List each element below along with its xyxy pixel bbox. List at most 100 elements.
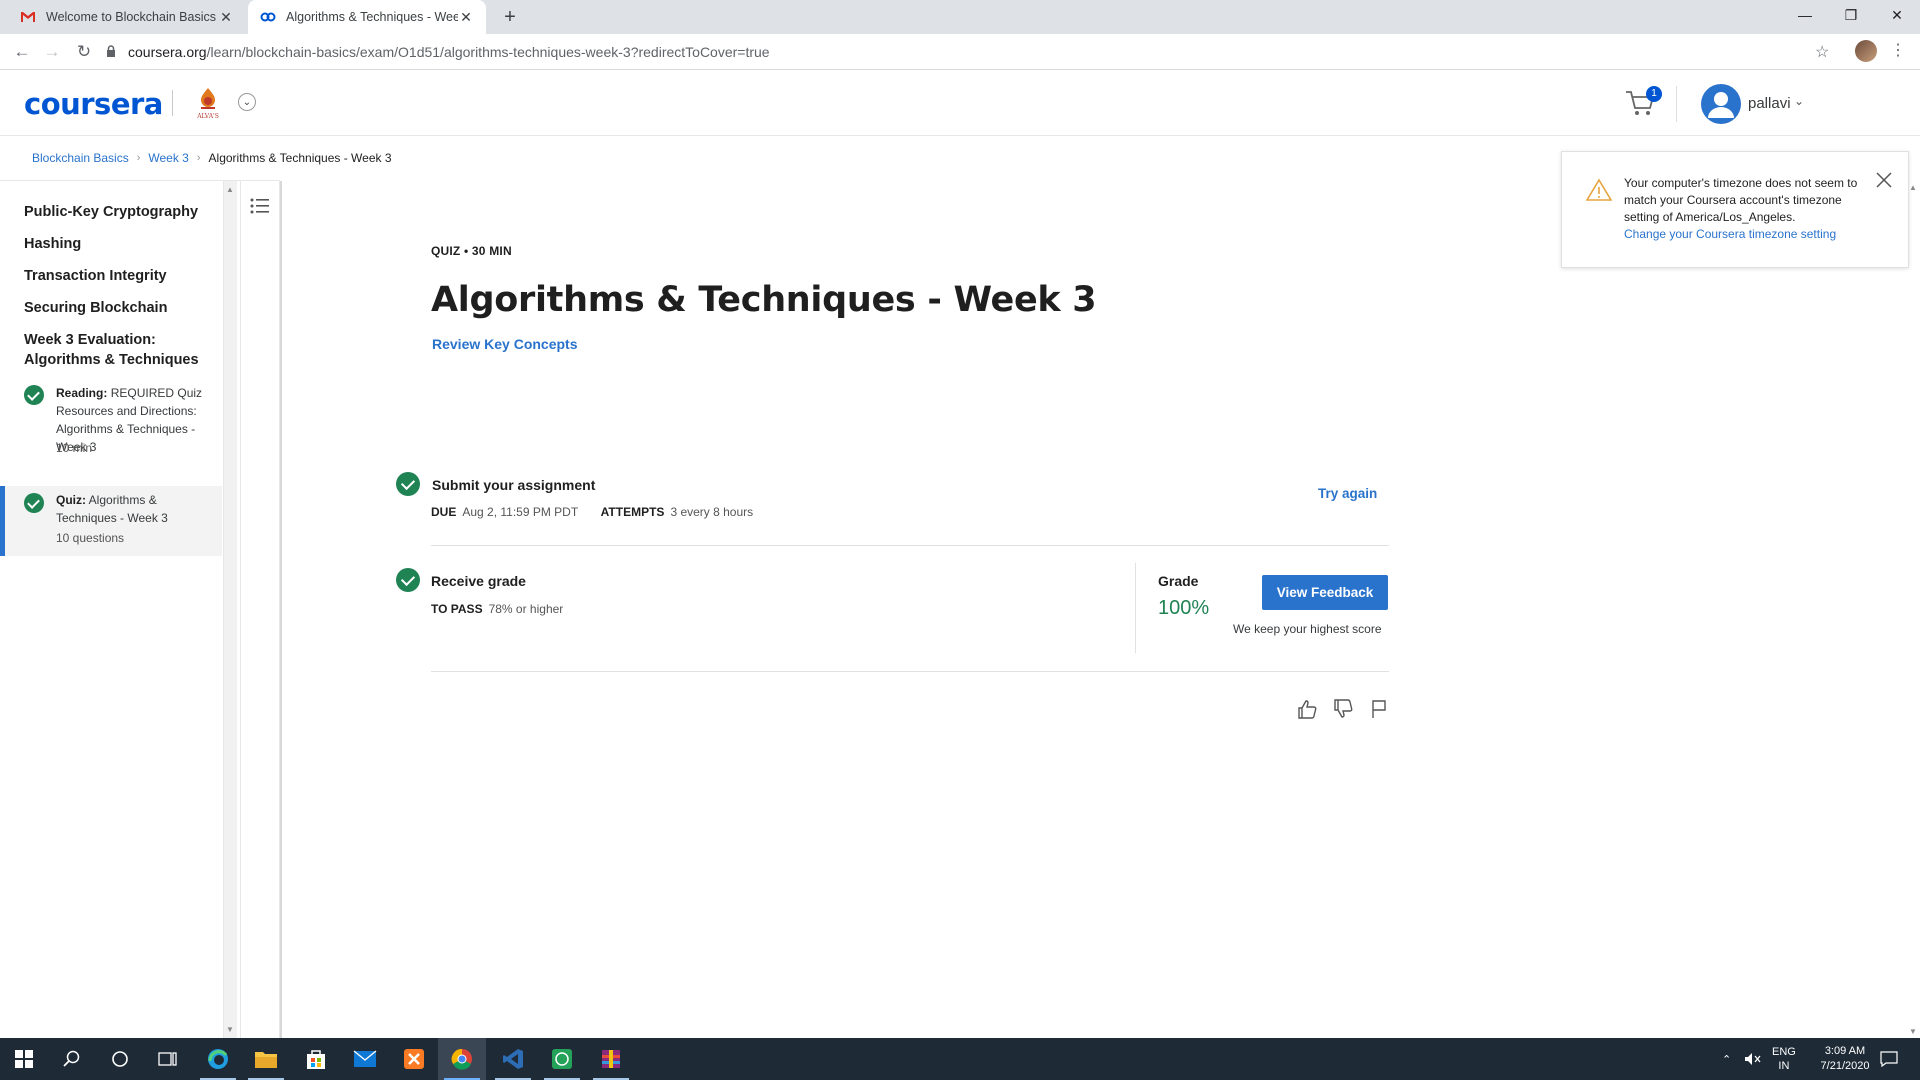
list-icon[interactable] bbox=[249, 196, 271, 216]
minimize-icon[interactable]: — bbox=[1782, 0, 1828, 30]
sidebar-item-hashing[interactable]: Hashing bbox=[24, 234, 81, 254]
window-close-icon[interactable]: ✕ bbox=[1874, 0, 1920, 30]
browser-menu-icon[interactable]: ⋮ bbox=[1890, 40, 1906, 60]
breadcrumb-course[interactable]: Blockchain Basics bbox=[32, 151, 129, 165]
completed-check-icon bbox=[396, 568, 420, 592]
course-sidebar: Public-Key Cryptography Hashing Transact… bbox=[0, 181, 222, 1038]
username[interactable]: pallavi bbox=[1748, 95, 1791, 112]
main-scrollbar[interactable]: ▲ ▼ bbox=[1906, 181, 1920, 1038]
section-divider bbox=[431, 545, 1389, 546]
attempts-label: ATTEMPTS bbox=[600, 505, 665, 519]
language-code: ENG bbox=[1772, 1046, 1796, 1058]
receive-step-title: Receive grade bbox=[431, 573, 526, 589]
chevron-right-icon: › bbox=[136, 152, 141, 164]
tab-title: Welcome to Blockchain Basics - B bbox=[46, 10, 218, 24]
browser-tab-gmail[interactable]: Welcome to Blockchain Basics - B ✕ bbox=[8, 0, 246, 34]
flag-icon[interactable] bbox=[1368, 698, 1390, 720]
completed-check-icon bbox=[396, 472, 420, 496]
scroll-up-icon[interactable]: ▲ bbox=[226, 185, 234, 194]
chevron-down-icon[interactable]: ⌄ bbox=[238, 93, 256, 111]
sidebar-toggle-rail bbox=[240, 181, 280, 1038]
visual-studio-icon[interactable] bbox=[489, 1038, 537, 1080]
chevron-right-icon: › bbox=[196, 152, 201, 164]
task-view-icon[interactable] bbox=[144, 1038, 192, 1080]
show-hidden-icons[interactable]: ⌃ bbox=[1722, 1038, 1731, 1080]
browser-tab-coursera[interactable]: Algorithms & Techniques - Week ✕ bbox=[248, 0, 486, 34]
sidebar-scrollbar[interactable]: ▲ ▼ bbox=[223, 181, 237, 1038]
scroll-up-icon[interactable]: ▲ bbox=[1909, 183, 1917, 192]
grade-label: Grade bbox=[1158, 573, 1199, 589]
browser-tab-strip: Welcome to Blockchain Basics - B ✕ Algor… bbox=[0, 0, 1920, 34]
close-tab-icon[interactable]: ✕ bbox=[218, 9, 234, 26]
try-again-button[interactable]: Try again bbox=[1318, 486, 1377, 501]
thumbs-down-icon[interactable] bbox=[1332, 698, 1354, 720]
sidebar-item-quiz[interactable]: Quiz: Algorithms & Techniques - Week 3 1… bbox=[0, 486, 222, 556]
close-icon[interactable] bbox=[1874, 170, 1894, 190]
speaker-muted-icon[interactable] bbox=[1744, 1038, 1762, 1080]
notifications-icon[interactable] bbox=[1880, 1038, 1898, 1080]
change-timezone-link[interactable]: Change your Coursera timezone setting bbox=[1624, 227, 1836, 241]
grade-value: 100% bbox=[1158, 597, 1210, 619]
edge-icon[interactable] bbox=[194, 1038, 242, 1080]
scroll-down-icon[interactable]: ▼ bbox=[1909, 1027, 1917, 1036]
bookmark-star-icon[interactable]: ☆ bbox=[1815, 42, 1829, 62]
back-icon[interactable]: ← bbox=[10, 40, 34, 64]
chevron-down-icon[interactable]: ⌄ bbox=[1794, 94, 1804, 108]
view-feedback-button[interactable]: View Feedback bbox=[1262, 575, 1388, 610]
browser-profile-avatar[interactable] bbox=[1855, 40, 1877, 62]
university-logo[interactable]: ALVA'S bbox=[193, 86, 223, 120]
reload-icon[interactable]: ↻ bbox=[72, 40, 96, 64]
clock-time: 3:09 AM bbox=[1824, 1045, 1866, 1057]
region-code: IN bbox=[1778, 1060, 1790, 1072]
xampp-icon[interactable] bbox=[390, 1038, 438, 1080]
grade-divider bbox=[1135, 563, 1136, 653]
windows-start-icon[interactable] bbox=[0, 1038, 48, 1080]
pass-value: 78% or higher bbox=[488, 602, 564, 616]
submit-step-meta: DUE Aug 2, 11:59 PM PDT ATTEMPTS 3 every 8… bbox=[431, 505, 753, 519]
thumbs-up-icon[interactable] bbox=[1296, 698, 1318, 720]
receive-step-meta: TO PASS 78% or higher bbox=[431, 602, 563, 616]
file-explorer-icon[interactable] bbox=[242, 1038, 290, 1080]
search-icon[interactable] bbox=[48, 1038, 96, 1080]
gmail-icon bbox=[20, 9, 36, 25]
warning-icon bbox=[1585, 178, 1613, 202]
sidebar-item-label: Quiz: Algorithms & Techniques - Week 3 bbox=[56, 491, 206, 527]
sidebar-item-securing-blockchain[interactable]: Securing Blockchain bbox=[24, 298, 167, 318]
item-type: Quiz: bbox=[56, 493, 86, 507]
chrome-icon[interactable] bbox=[438, 1038, 486, 1080]
review-key-concepts-link[interactable]: Review Key Concepts bbox=[432, 336, 578, 352]
windows-taskbar: ⌃ ENG IN 3:09 AM 7/21/2020 bbox=[0, 1038, 1920, 1080]
breadcrumb-current: Algorithms & Techniques - Week 3 bbox=[208, 151, 392, 165]
store-icon[interactable] bbox=[292, 1038, 340, 1080]
attempts-value: 3 every 8 hours bbox=[670, 505, 754, 519]
forward-icon[interactable]: → bbox=[40, 40, 64, 64]
address-bar[interactable]: coursera.org /learn/blockchain-basics/ex… bbox=[106, 38, 1834, 66]
due-value: Aug 2, 11:59 PM PDT bbox=[462, 505, 578, 519]
url-host: coursera.org bbox=[128, 44, 207, 60]
mail-icon[interactable] bbox=[341, 1038, 389, 1080]
scroll-down-icon[interactable]: ▼ bbox=[226, 1025, 234, 1034]
new-tab-button[interactable]: + bbox=[498, 5, 522, 29]
sidebar-item-public-key-cryptography[interactable]: Public-Key Cryptography bbox=[24, 202, 198, 222]
clock-date: 7/21/2020 bbox=[1820, 1060, 1870, 1072]
input-language[interactable]: ENG IN bbox=[1772, 1038, 1796, 1080]
sidebar-item-transaction-integrity[interactable]: Transaction Integrity bbox=[24, 266, 167, 286]
completed-check-icon bbox=[24, 385, 44, 405]
winrar-icon[interactable] bbox=[587, 1038, 635, 1080]
item-duration: 10 min bbox=[56, 441, 93, 455]
sidebar-item-week-3-evaluation[interactable]: Week 3 Evaluation: Algorithms & Techniqu… bbox=[24, 330, 214, 370]
item-type: Reading: bbox=[56, 386, 108, 400]
cortana-icon[interactable] bbox=[96, 1038, 144, 1080]
system-clock[interactable]: 3:09 AM 7/21/2020 bbox=[1810, 1038, 1880, 1080]
section-divider bbox=[431, 671, 1389, 672]
page-title: Algorithms & Techniques - Week 3 bbox=[431, 280, 1097, 320]
sidebar-item-reading[interactable]: Reading: REQUIRED Quiz Resources and Dir… bbox=[0, 381, 222, 471]
user-avatar-icon[interactable] bbox=[1701, 84, 1741, 124]
close-tab-icon[interactable]: ✕ bbox=[458, 9, 474, 26]
whatsapp-icon[interactable] bbox=[538, 1038, 586, 1080]
coursera-logo[interactable]: coursera bbox=[24, 87, 163, 121]
item-question-count: 10 questions bbox=[56, 531, 125, 545]
restore-icon[interactable]: ❐ bbox=[1828, 0, 1874, 30]
coursera-icon bbox=[260, 9, 276, 25]
breadcrumb-week[interactable]: Week 3 bbox=[148, 151, 188, 165]
